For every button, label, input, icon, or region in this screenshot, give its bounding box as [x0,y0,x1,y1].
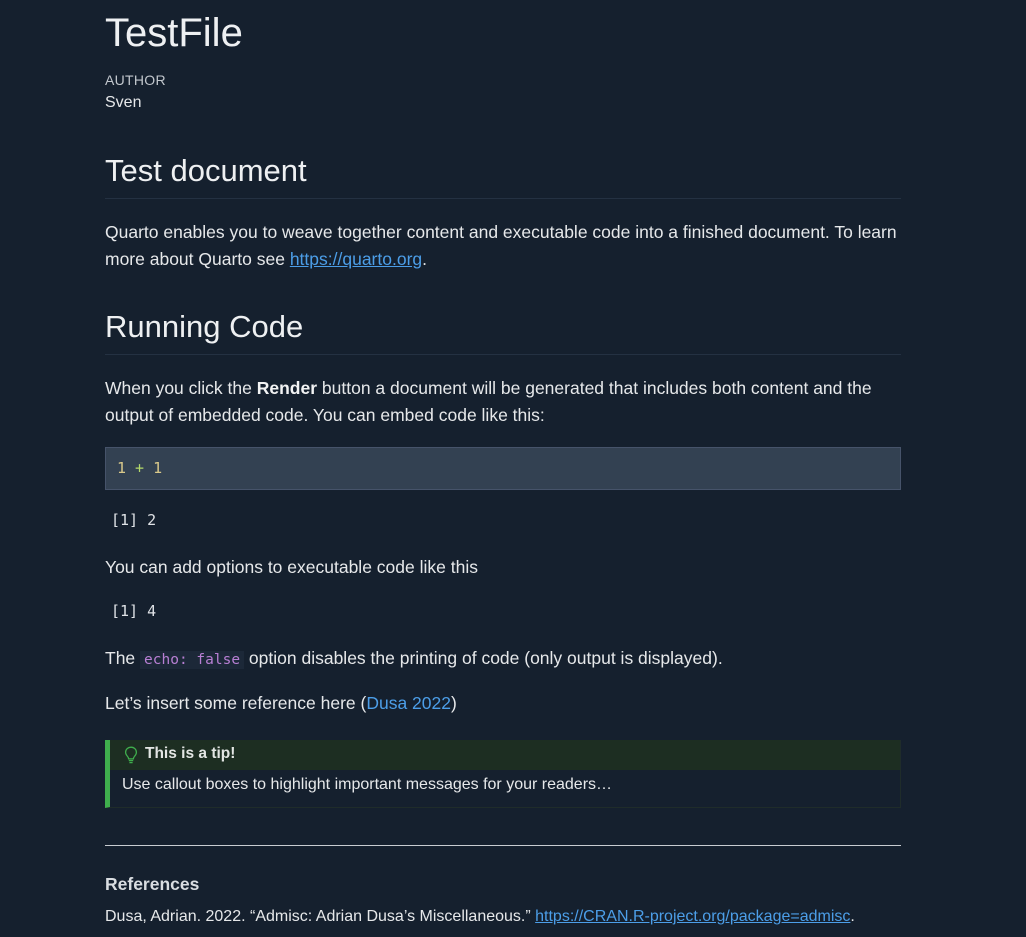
author-name: Sven [105,94,142,111]
citation-link[interactable]: Dusa 2022 [366,693,451,713]
code-operator: + [126,459,154,477]
reference-entry-text: Dusa, Adrian. 2022. “Admisc: Adrian Dusa… [105,908,536,925]
echo-inline-code: echo: false [140,651,245,669]
reference-paragraph: Let’s insert some reference here (Dusa 2… [105,690,901,717]
echo-paragraph: The echo: false option disables the prin… [105,645,901,674]
references-divider [105,845,901,846]
callout-title: This is a tip! [145,745,236,762]
reference-entry-end: . [850,908,855,925]
render-bold: Render [256,378,318,398]
reference-text-before: Let’s insert some reference here ( [105,693,367,713]
callout-tip: This is a tip! Use callout boxes to high… [105,740,901,808]
options-paragraph: You can add options to executable code l… [105,557,478,577]
code-number-lhs: 1 [117,459,127,477]
code-number-rhs: 1 [153,459,163,477]
section-heading-running-code: Running Code [105,308,901,355]
code-output-1: [1] 2 [111,511,157,529]
callout-header: This is a tip! [110,740,900,770]
author-label: AUTHOR [105,72,166,88]
echo-text-before: The [105,648,141,668]
reference-text-after: ) [451,693,457,713]
quarto-link[interactable]: https://quarto.org [290,249,422,269]
render-paragraph: When you click the Render button a docum… [105,375,901,429]
intro-text: Quarto enables you to weave together con… [105,222,897,269]
intro-end: . [422,249,428,269]
cran-link[interactable]: https://CRAN.R-project.org/package=admis… [535,908,850,925]
code-output-2: [1] 4 [111,602,157,620]
section-heading-test-document: Test document [105,152,901,199]
callout-body: Use callout boxes to highlight important… [122,776,613,793]
reference-entry: Dusa, Adrian. 2022. “Admisc: Adrian Dusa… [105,908,855,926]
page-title: TestFile [105,11,243,55]
references-heading: References [105,874,200,894]
render-text-before: When you click the [105,378,257,398]
document-page: TestFile AUTHOR Sven Test document Quart… [0,0,1026,937]
code-line: 1 + 1 [117,448,162,489]
intro-paragraph: Quarto enables you to weave together con… [105,219,901,273]
code-block[interactable]: 1 + 1 [105,447,901,490]
lightbulb-icon [124,746,138,764]
echo-text-after: option disables the printing of code (on… [244,648,723,668]
